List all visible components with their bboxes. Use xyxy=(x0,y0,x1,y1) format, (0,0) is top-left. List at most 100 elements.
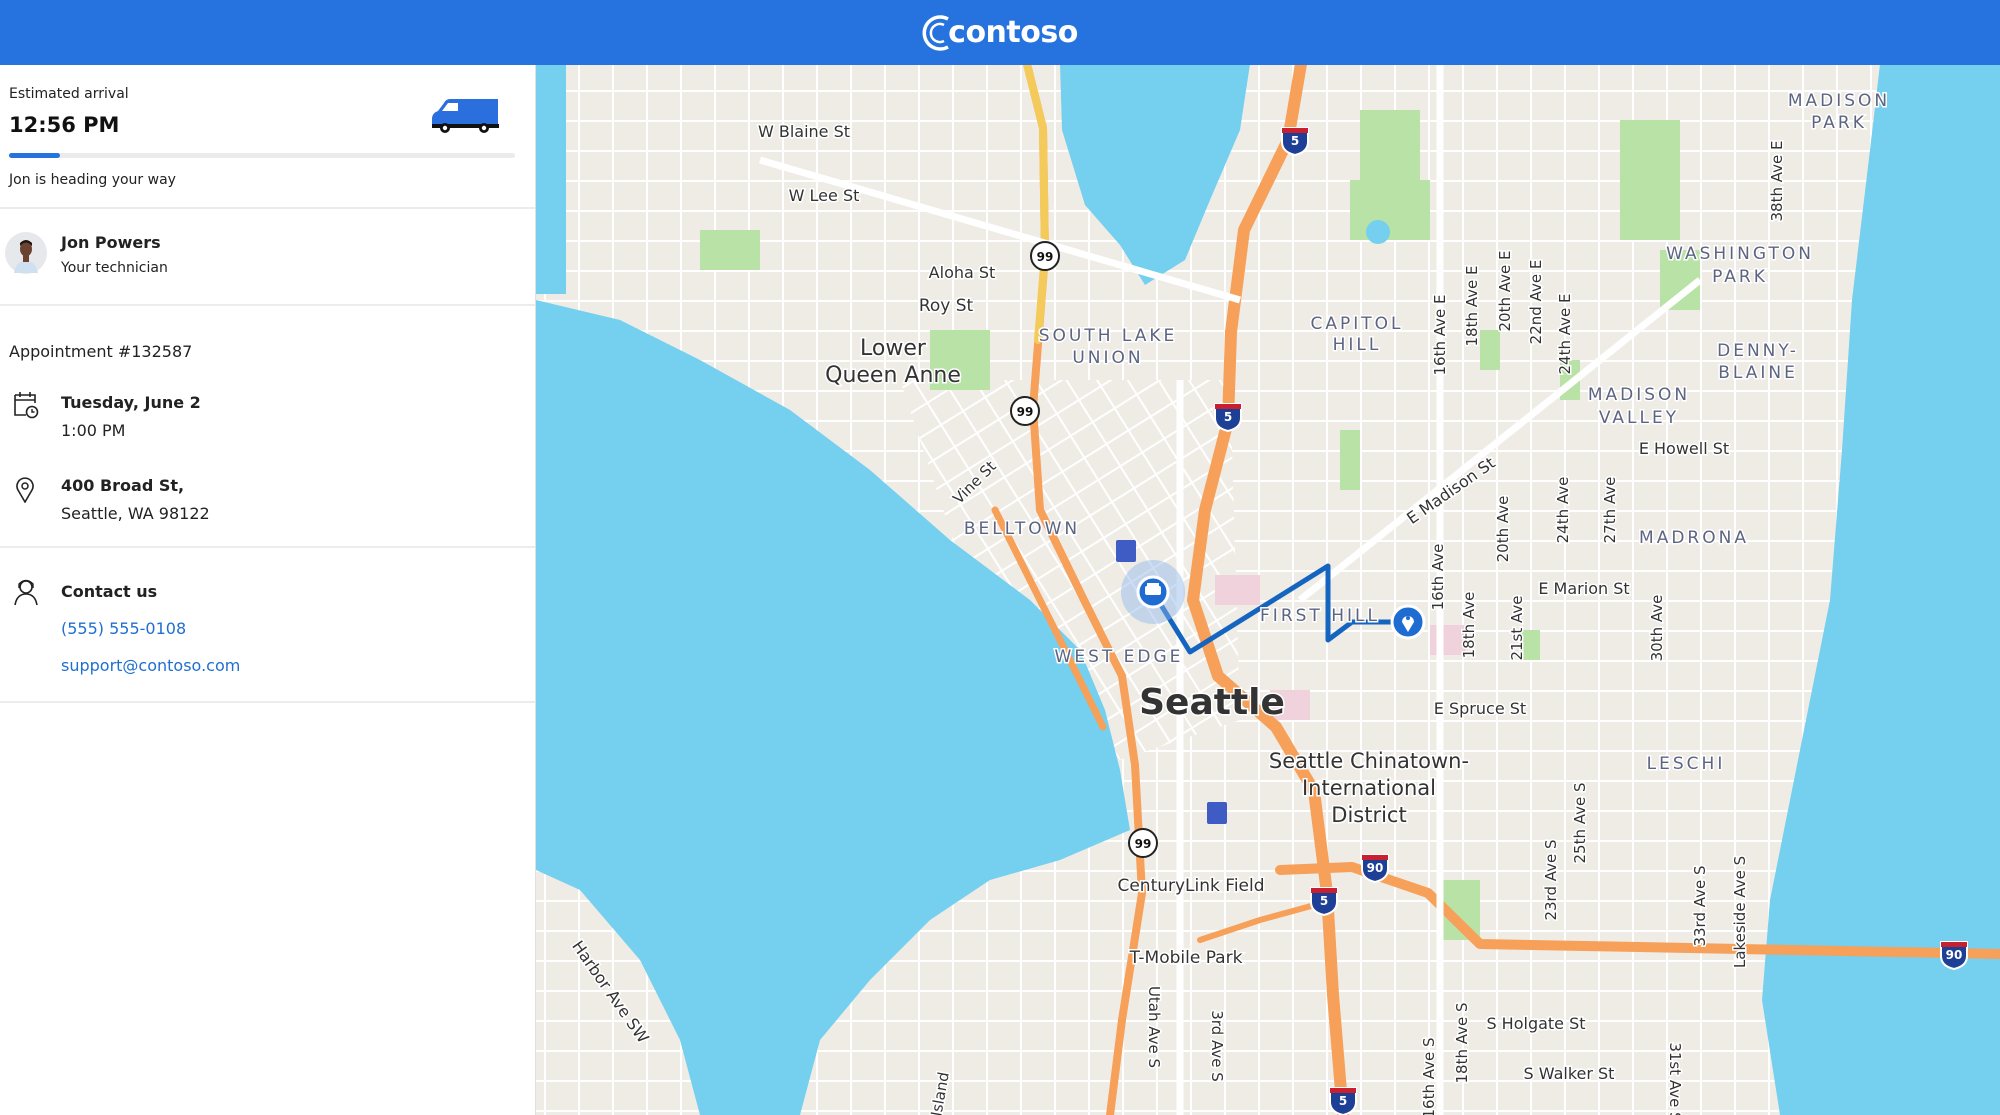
map-label-cap1: CAPITOL xyxy=(1310,314,1403,334)
arrival-section: Estimated arrival 12:56 PM Jon is headin… xyxy=(0,65,535,209)
arrival-status: Jon is heading your way xyxy=(9,172,176,188)
contoso-logo[interactable]: contoso xyxy=(922,13,1078,53)
map-canvas[interactable]: 99 99 99 5 5 5 5 90 90 W Blaine St W Lee St Aloha … xyxy=(536,65,2000,1115)
map-label-cid1: Seattle Chinatown- xyxy=(1269,749,1469,773)
map-label-walker: S Walker St xyxy=(1524,1064,1615,1083)
calendar-clock-icon xyxy=(14,392,39,419)
map-label-cap2: HILL xyxy=(1333,335,1382,355)
map-label-lqa1: Lower xyxy=(860,336,927,361)
technician-avatar[interactable] xyxy=(4,231,48,275)
map-label-centurylink: CenturyLink Field xyxy=(1117,876,1264,896)
map-label-lakeside: Lakeside Ave S xyxy=(1731,856,1749,968)
appointment-number: Appointment #132587 xyxy=(9,342,193,361)
shield-sr99: 99 xyxy=(1030,241,1060,271)
map-label-ave18: 18th Ave xyxy=(1460,592,1478,659)
shield-number: 90 xyxy=(1367,861,1384,875)
map-label-cid2: International xyxy=(1302,776,1436,800)
appointment-date: Tuesday, June 2 xyxy=(61,393,201,412)
map-label-wp1: WASHINGTON xyxy=(1666,244,1814,264)
technician-vehicle-marker[interactable] xyxy=(1121,560,1185,624)
shield-number: 5 xyxy=(1339,1094,1347,1108)
map-label-slu1: SOUTH LAKE xyxy=(1039,326,1178,346)
map-label-aloha: Aloha St xyxy=(929,263,996,282)
shield-number: 5 xyxy=(1224,410,1232,424)
map-label-belltown: BELLTOWN xyxy=(964,519,1080,539)
map-label-spruce: E Spruce St xyxy=(1434,699,1526,718)
shield-sr99: 99 xyxy=(1128,828,1158,858)
map-label-db1: DENNY- xyxy=(1717,341,1799,361)
contact-section: Contact us (555) 555-0108 support@contos… xyxy=(0,548,535,703)
map-label-ave24e: 24th Ave E xyxy=(1556,294,1574,375)
destination-pin-marker[interactable] xyxy=(1390,604,1426,640)
shield-i5: 5 xyxy=(1214,403,1242,433)
map-label-db2: BLAINE xyxy=(1718,363,1798,383)
contact-title: Contact us xyxy=(61,582,158,601)
map-label-ave22e: 22nd Ave E xyxy=(1527,260,1545,345)
technician-role: Your technician xyxy=(61,260,168,276)
map-label-ave16: 16th Ave xyxy=(1429,544,1447,611)
map-label-utah: Utah Ave S xyxy=(1145,986,1163,1068)
map-label-ave18e: 18th Ave E xyxy=(1463,266,1481,347)
map-label-ave38e: 38th Ave E xyxy=(1768,141,1786,222)
shield-i90: 90 xyxy=(1940,941,1968,971)
map-label-ave23s: 23rd Ave S xyxy=(1542,839,1560,920)
map-label-ave16e: 16th Ave E xyxy=(1431,295,1449,376)
map-label-ave27: 27th Ave xyxy=(1601,477,1619,544)
map-label-ave18s: 18th Ave S xyxy=(1453,1002,1471,1083)
shield-number: 99 xyxy=(1037,250,1054,264)
map-label-westedge: WEST EDGE xyxy=(1055,647,1184,667)
map-label-w_lee: W Lee St xyxy=(789,186,860,205)
map-label-cid3: District xyxy=(1331,803,1406,827)
headset-person-icon xyxy=(14,579,38,606)
map-label-firsthill: FIRST HILL xyxy=(1260,606,1380,626)
appointment-section: Appointment #132587 Tuesday, June 2 1:00… xyxy=(0,306,535,548)
map-label-seattle: Seattle xyxy=(1139,682,1285,723)
map-label-ave30: 30th Ave xyxy=(1648,595,1666,662)
map-label-ave20: 20th Ave xyxy=(1494,496,1512,563)
map-label-mv2: VALLEY xyxy=(1599,408,1679,428)
map-label-ave33s: 33rd Ave S xyxy=(1691,865,1709,946)
shield-i5: 5 xyxy=(1329,1087,1357,1115)
contact-phone-link[interactable]: (555) 555-0108 xyxy=(61,619,186,638)
map-label-slu2: UNION xyxy=(1072,348,1143,368)
address-line1: 400 Broad St, xyxy=(61,476,185,495)
map-label-mv1: MADISON xyxy=(1588,385,1690,405)
map-label-tmobile: T-Mobile Park xyxy=(1129,948,1243,968)
arrival-label: Estimated arrival xyxy=(9,86,129,102)
shield-number: 5 xyxy=(1291,134,1299,148)
shield-number: 99 xyxy=(1017,405,1034,419)
shield-number: 99 xyxy=(1135,837,1152,851)
map-label-ave20e: 20th Ave E xyxy=(1496,251,1514,332)
map-label-w_blaine: W Blaine St xyxy=(758,122,850,141)
address-line2: Seattle, WA 98122 xyxy=(61,504,210,523)
arrival-progress-fill xyxy=(9,153,60,158)
brand-name: contoso xyxy=(948,15,1078,50)
location-pin-icon xyxy=(16,477,34,503)
appointment-time: 1:00 PM xyxy=(61,421,126,440)
details-panel: Estimated arrival 12:56 PM Jon is headin… xyxy=(0,65,536,1115)
map-label-ave3s: 3rd Ave S xyxy=(1208,1010,1226,1082)
technician-name: Jon Powers xyxy=(61,233,161,252)
map-label-wp2: PARK xyxy=(1712,267,1768,287)
shield-i5: 5 xyxy=(1310,887,1338,917)
shield-number: 5 xyxy=(1320,894,1328,908)
map-label-ave24: 24th Ave xyxy=(1554,477,1572,544)
map-label-mp1: MADISON xyxy=(1788,91,1890,111)
contact-email-link[interactable]: support@contoso.com xyxy=(61,656,240,675)
shield-sr99: 99 xyxy=(1010,396,1040,426)
map-view[interactable]: 99 99 99 5 5 5 5 90 90 W Blaine St W Lee St Aloha … xyxy=(536,65,2000,1115)
map-label-holgate: S Holgate St xyxy=(1486,1014,1585,1033)
arrival-progress-bar xyxy=(9,153,515,158)
map-label-leschi: LESCHI xyxy=(1647,754,1726,774)
map-label-madrona: MADRONA xyxy=(1639,528,1749,548)
shield-i5: 5 xyxy=(1281,127,1309,157)
shield-i90: 90 xyxy=(1361,854,1389,884)
arrival-time: 12:56 PM xyxy=(9,113,120,137)
map-label-marion: E Marion St xyxy=(1538,579,1629,598)
map-label-roy: Roy St xyxy=(919,296,974,316)
technician-section: Jon Powers Your technician xyxy=(0,209,535,306)
shield-number: 90 xyxy=(1946,948,1963,962)
map-label-mp2: PARK xyxy=(1811,113,1867,133)
map-label-ave16s: 16th Ave S xyxy=(1420,1037,1438,1115)
map-label-ave21: 21st Ave xyxy=(1508,595,1526,660)
